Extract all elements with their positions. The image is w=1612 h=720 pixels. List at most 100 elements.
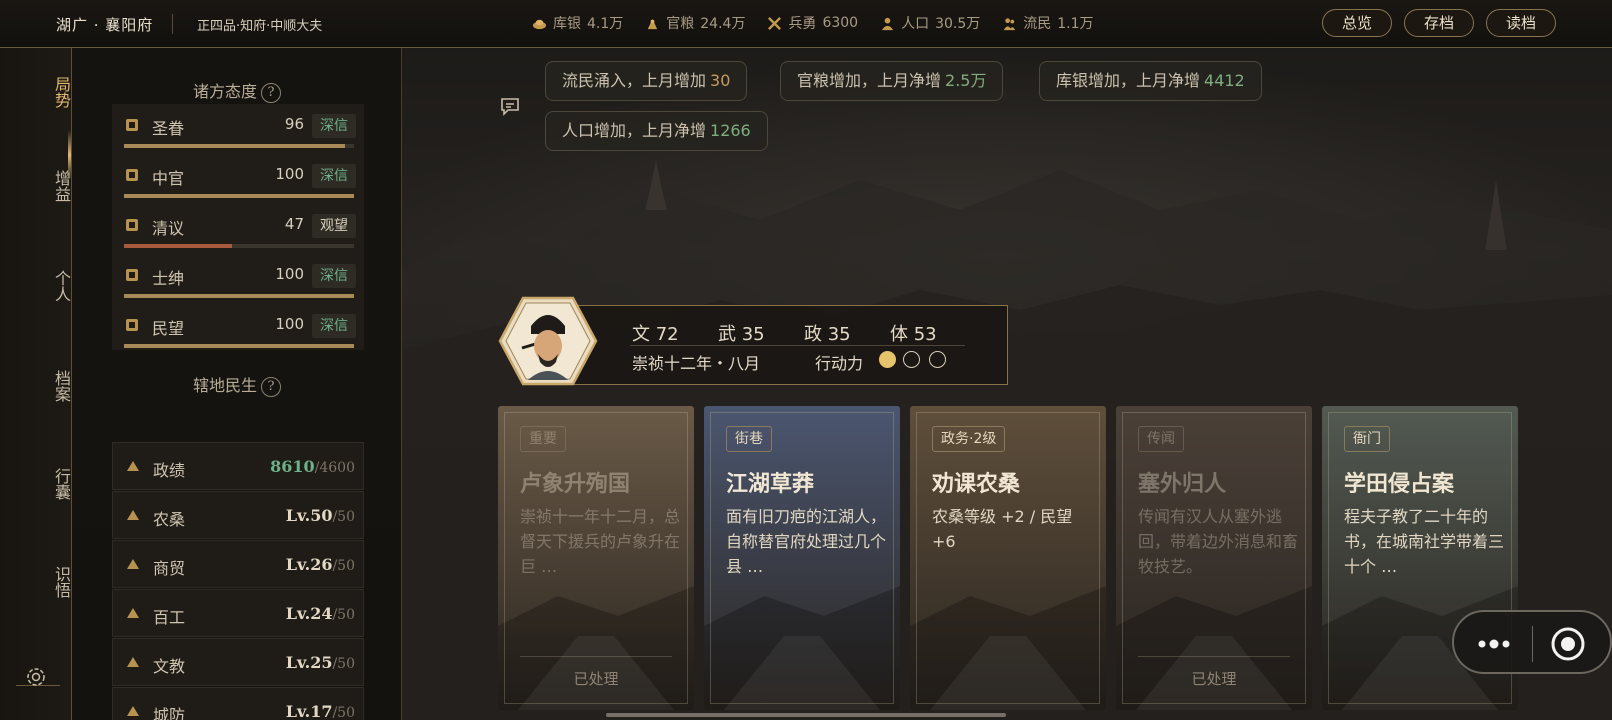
attitude-row[interactable]: 中官 100 深信 <box>112 154 364 204</box>
nav-item-buffs[interactable]: 增益 <box>0 170 72 202</box>
domain-row[interactable]: 政绩 8610/4600 <box>112 442 364 490</box>
status-panel: 诸方态度? 圣眷 96 深信 中官 100 深信 清议 47 观望 士绅 100 深信 民望 100 深信 … <box>72 48 402 720</box>
stat-literary: 文 72 <box>632 320 679 346</box>
domain-max: /50 <box>332 558 355 574</box>
attitude-bar <box>124 194 354 198</box>
attitude-value: 96 <box>284 115 304 133</box>
status-badge: 深信 <box>312 164 356 188</box>
mini-program-capsule <box>1452 610 1612 674</box>
card-tag: 传闻 <box>1138 426 1184 452</box>
domain-row[interactable]: 城防 Lv.17/50 <box>112 687 364 720</box>
notification-text: 库银增加，上月净增 <box>1056 71 1201 90</box>
domain-value: Lv.17/50 <box>286 702 355 720</box>
notification-value: 2.5万 <box>945 71 987 90</box>
attitude-row[interactable]: 圣眷 96 深信 <box>112 104 364 154</box>
status-badge: 深信 <box>312 264 356 288</box>
attitude-bar-fill <box>124 344 354 348</box>
save-button[interactable]: 存档 <box>1404 9 1474 37</box>
resource-label: 人口 <box>901 16 930 32</box>
card-status: 已处理 <box>1191 670 1237 688</box>
divider <box>1532 626 1533 662</box>
card-title: 劝课农桑 <box>932 471 1021 497</box>
attitude-bar-fill <box>124 144 345 148</box>
nav-item-insight[interactable]: 识悟 <box>0 566 72 598</box>
domain-current: Lv.26 <box>285 555 333 574</box>
defense-icon <box>127 706 139 716</box>
domain-current: Lv.24 <box>285 604 333 623</box>
scroll-icon <box>126 119 138 131</box>
attitude-bar <box>124 344 354 348</box>
scholar-icon <box>126 219 138 231</box>
divider <box>1138 656 1290 657</box>
domain-name: 农桑 <box>153 510 186 529</box>
more-icon[interactable] <box>1474 632 1514 656</box>
nav-item-label: 个人 <box>52 270 71 302</box>
event-card[interactable]: 传闻塞外归人传闻有汉人从塞外逃回，带着边外消息和畜牧技艺。已处理 <box>1116 406 1312 710</box>
gentry-icon <box>126 269 138 281</box>
resource-value: 6300 <box>822 15 859 31</box>
stat-value: 35 <box>741 324 765 345</box>
notification-text: 流民涌入，上月增加 <box>562 71 707 90</box>
section-title-text: 辖地民生 <box>192 376 257 395</box>
divider <box>520 656 672 657</box>
attitude-name: 中官 <box>152 169 185 188</box>
attitude-row[interactable]: 清议 47 观望 <box>112 204 364 254</box>
domain-name: 商贸 <box>153 559 186 578</box>
grain-icon <box>645 16 660 31</box>
attitude-bar <box>124 294 354 298</box>
event-card[interactable]: 街巷 江湖草莽 面有旧刀疤的江湖人，自称替官府处理过几个县 … <box>704 406 900 710</box>
attitude-row[interactable]: 民望 100 深信 <box>112 304 364 354</box>
gear-icon[interactable] <box>25 666 47 688</box>
resource-value: 24.4万 <box>700 16 746 32</box>
merit-icon <box>127 461 139 471</box>
card-description: 传闻有汉人从塞外逃回，带着边外消息和畜牧技艺。 <box>1138 507 1299 576</box>
action-points-label: 行动力 <box>815 354 864 373</box>
resource-population: 人口 30.5万 <box>880 13 980 33</box>
domain-max: /50 <box>332 509 355 525</box>
help-icon[interactable]: ? <box>261 377 281 397</box>
attitude-name: 士绅 <box>152 269 185 288</box>
nav-item-inventory[interactable]: 行囊 <box>0 468 72 500</box>
nav-item-archive[interactable]: 档案 <box>0 370 72 402</box>
message-icon[interactable] <box>499 95 521 117</box>
attitude-bar-fill <box>124 194 354 198</box>
top-bar: 湖广 · 襄阳府 正四品·知府·中顺大夫 库银 4.1万 官粮 24.4万 兵勇… <box>0 0 1612 48</box>
overview-button[interactable]: 总览 <box>1322 9 1392 37</box>
domain-value: Lv.26/50 <box>286 555 355 574</box>
scroll-handle[interactable] <box>606 713 1006 717</box>
event-card[interactable]: 政务·2级 劝课农桑 农桑等级 +2 / 民望 +6 <box>910 406 1106 710</box>
domain-row[interactable]: 文教 Lv.25/50 <box>112 638 364 686</box>
divider <box>172 14 173 34</box>
domain-list: 政绩 8610/4600 农桑 Lv.50/50 商贸 Lv.26/50 百工 Lv.24/5… <box>112 442 364 720</box>
resource-value: 1.1万 <box>1057 16 1094 32</box>
card-description: 崇祯十一年十二月，总督天下援兵的卢象升在巨 … <box>520 507 681 576</box>
attitudes-list: 圣眷 96 深信 中官 100 深信 清议 47 观望 士绅 100 深信 民望 100 深信 <box>112 104 364 350</box>
card-title: 塞外归人 <box>1138 471 1227 497</box>
stat-martial: 武 35 <box>718 320 765 346</box>
domain-row[interactable]: 百工 Lv.24/50 <box>112 589 364 637</box>
attitude-row[interactable]: 士绅 100 深信 <box>112 254 364 304</box>
domain-current: Lv.25 <box>285 653 333 672</box>
population-icon <box>880 16 895 31</box>
nav-item-situation[interactable]: 局势 <box>0 76 72 108</box>
resource-label: 库银 <box>553 16 581 32</box>
official-rank: 正四品·知府·中顺大夫 <box>197 19 323 34</box>
nav-item-label: 增益 <box>52 170 71 202</box>
resource-bar: 库银 4.1万 官粮 24.4万 兵勇 6300 人口 30.5万 流民 1.1… <box>532 13 1094 33</box>
close-target-icon[interactable] <box>1550 626 1586 662</box>
resource-label: 兵勇 <box>788 16 817 32</box>
attitude-bar <box>124 244 354 248</box>
help-icon[interactable]: ? <box>261 83 281 103</box>
attitude-value: 47 <box>284 215 304 233</box>
event-card[interactable]: 重要 卢象升殉国 崇祯十一年十二月，总督天下援兵的卢象升在巨 … 已处理 <box>498 406 694 710</box>
status-badge: 深信 <box>312 314 356 338</box>
character-portrait[interactable] <box>498 296 598 386</box>
domain-row[interactable]: 商贸 Lv.26/50 <box>112 540 364 588</box>
action-point <box>929 351 946 368</box>
notification-pill: 流民涌入，上月增加 30 <box>545 61 748 101</box>
domain-row[interactable]: 农桑 Lv.50/50 <box>112 491 364 539</box>
nav-item-personal[interactable]: 个人 <box>0 270 72 302</box>
action-point <box>903 351 920 368</box>
load-button[interactable]: 读档 <box>1486 9 1556 37</box>
resource-label: 流民 <box>1023 16 1052 32</box>
